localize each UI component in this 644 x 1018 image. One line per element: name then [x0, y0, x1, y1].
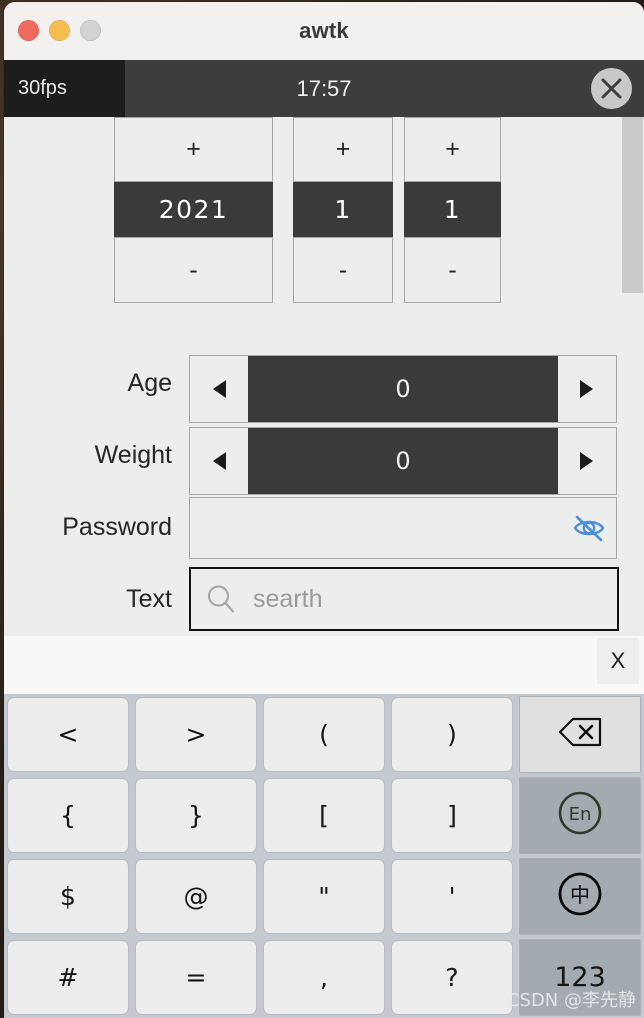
day-value[interactable]: 1: [404, 182, 501, 237]
scrollbar-thumb[interactable]: [622, 117, 643, 293]
key-less-than[interactable]: <: [7, 697, 129, 772]
system-bar: 30fps 17:57: [4, 60, 644, 117]
key-label: ]: [447, 801, 457, 830]
key-dollar[interactable]: $: [7, 859, 129, 934]
age-label: Age: [127, 369, 172, 397]
on-screen-keyboard: X < >(){}[] En $ @ " ' 中 # =,? 123 CSDN @李先静: [4, 636, 644, 1018]
key-paren-close[interactable]: ): [391, 697, 513, 772]
key-hash[interactable]: #: [7, 940, 129, 1015]
key-label: [: [319, 801, 329, 830]
keyboard-key-grid: < > () {} [] En $ @ " ' 中 # =,? 123: [4, 694, 644, 1018]
eye-off-icon[interactable]: [572, 511, 606, 545]
key-bracket-close[interactable]: ]: [391, 778, 513, 853]
awtk-canvas: 30fps 17:57 + 2021 - + 1 - + 1 - Age 0 W…: [4, 60, 644, 1018]
magnifier-icon: [205, 583, 237, 615]
month-decrement-button[interactable]: -: [293, 237, 393, 303]
field-row-age: Age 0: [4, 347, 644, 423]
key-bracket-open[interactable]: [: [263, 778, 385, 853]
title-bar: awtk: [4, 2, 644, 61]
clock-label: 17:57: [296, 76, 352, 101]
key-label: (: [319, 720, 329, 749]
password-label: Password: [62, 513, 172, 541]
key-label: =: [185, 963, 207, 992]
keyboard-close-button[interactable]: X: [597, 638, 639, 684]
key-comma[interactable]: ,: [263, 940, 385, 1015]
circle-zhong-icon: 中: [556, 870, 604, 924]
application-window: awtk 30fps 17:57 + 2021 - + 1 - + 1 - Ag…: [0, 0, 644, 1018]
key-label: >: [185, 720, 207, 749]
key-label: $: [60, 882, 76, 911]
form-scroll-view[interactable]: + 2021 - + 1 - + 1 - Age 0 Weight 0 Pass…: [4, 117, 644, 638]
key-label: #: [57, 963, 79, 992]
key-equals[interactable]: =: [135, 940, 257, 1015]
vertical-scrollbar[interactable]: [622, 117, 644, 638]
year-value[interactable]: 2021: [114, 182, 273, 237]
field-row-text: Text searth: [4, 563, 644, 635]
window-chrome: awtk 30fps 17:57 + 2021 - + 1 - + 1 - Ag…: [4, 2, 644, 1018]
key-label: {: [60, 801, 76, 830]
key-lang-english[interactable]: En: [519, 777, 641, 854]
key-backspace[interactable]: [519, 696, 641, 773]
text-label: Text: [126, 585, 172, 613]
day-increment-button[interactable]: +: [404, 117, 501, 182]
backspace-icon: [557, 717, 603, 753]
key-at[interactable]: @: [135, 859, 257, 934]
day-spinner: + 1 -: [404, 117, 501, 303]
triangle-right-icon[interactable]: [558, 356, 616, 422]
candidate-bar: X: [4, 636, 644, 694]
key-label: ": [318, 882, 330, 911]
weight-label: Weight: [94, 441, 172, 469]
close-x-icon[interactable]: [591, 68, 632, 109]
month-spinner: + 1 -: [293, 117, 393, 303]
weight-spinbox[interactable]: 0: [189, 427, 617, 495]
key-paren-open[interactable]: (: [263, 697, 385, 772]
key-label: ?: [445, 963, 459, 992]
key-brace-close[interactable]: }: [135, 778, 257, 853]
key-label: ': [448, 882, 456, 911]
svg-text:En: En: [569, 804, 592, 825]
triangle-right-icon[interactable]: [558, 428, 616, 494]
key-double-quote[interactable]: ": [263, 859, 385, 934]
weight-value[interactable]: 0: [248, 428, 558, 494]
key-brace-open[interactable]: {: [7, 778, 129, 853]
search-placeholder: searth: [253, 584, 323, 613]
key-lang-chinese[interactable]: 中: [519, 858, 641, 935]
month-value[interactable]: 1: [293, 182, 393, 237]
window-title: awtk: [299, 18, 349, 43]
key-label: ,: [320, 963, 328, 992]
field-row-password: Password: [4, 491, 644, 563]
key-numeric-mode[interactable]: 123: [519, 939, 641, 1016]
circle-en-icon: En: [556, 789, 604, 843]
age-value[interactable]: 0: [248, 356, 558, 422]
key-greater-than[interactable]: >: [135, 697, 257, 772]
search-input[interactable]: searth: [189, 567, 619, 631]
year-decrement-button[interactable]: -: [114, 237, 273, 303]
key-single-quote[interactable]: ': [391, 859, 513, 934]
key-label: }: [188, 801, 204, 830]
triangle-left-icon[interactable]: [190, 428, 248, 494]
key-question[interactable]: ?: [391, 940, 513, 1015]
key-label: @: [183, 882, 209, 911]
svg-text:中: 中: [570, 883, 590, 907]
year-increment-button[interactable]: +: [114, 117, 273, 182]
password-input[interactable]: [189, 497, 617, 559]
key-label: 123: [554, 962, 606, 993]
key-label: <: [57, 720, 79, 749]
month-increment-button[interactable]: +: [293, 117, 393, 182]
field-row-weight: Weight 0: [4, 419, 644, 495]
year-spinner: + 2021 -: [114, 117, 273, 303]
key-label: ): [447, 720, 457, 749]
day-decrement-button[interactable]: -: [404, 237, 501, 303]
triangle-left-icon[interactable]: [190, 356, 248, 422]
age-spinbox[interactable]: 0: [189, 355, 617, 423]
